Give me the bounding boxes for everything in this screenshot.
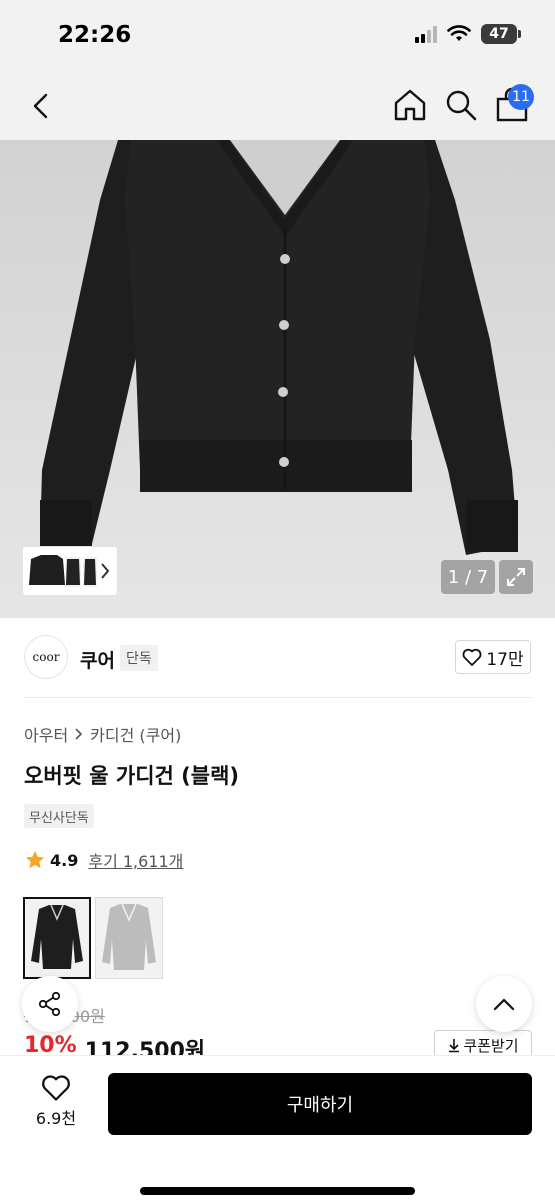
- image-thumbnails[interactable]: [22, 546, 118, 596]
- thumbnail-images: [29, 555, 97, 587]
- sale-price: 112,500원: [84, 1039, 206, 1055]
- cardigan-black-thumbnail: [25, 899, 89, 977]
- star-icon: [25, 850, 45, 869]
- divider: [24, 697, 531, 698]
- heart-icon: [462, 648, 482, 666]
- top-nav: [0, 70, 555, 140]
- chevron-up-icon: [493, 998, 515, 1011]
- scroll-top-button[interactable]: [476, 976, 532, 1032]
- rating-score: 4.9: [50, 850, 79, 870]
- back-icon[interactable]: [26, 90, 58, 122]
- status-bar: 22:26 47: [0, 0, 555, 70]
- cardigan-gray-thumbnail: [96, 898, 162, 978]
- image-counter: 1 / 7: [441, 560, 495, 594]
- chevron-right-icon: [101, 563, 110, 579]
- bottom-action-bar: 6.9천 구매하기: [0, 1055, 555, 1200]
- brand-like-count: 17만: [486, 649, 524, 670]
- coupon-label: 쿠폰받기: [463, 1036, 519, 1055]
- color-option-gray[interactable]: [95, 897, 163, 979]
- chevron-right-icon: [75, 728, 83, 740]
- status-time: 22:26: [58, 22, 132, 48]
- signal-icon: [415, 25, 437, 43]
- brand-logo[interactable]: coor: [24, 635, 68, 679]
- breadcrumb: 아우터 카디건 (쿠어): [24, 722, 181, 746]
- expand-icon: [507, 568, 525, 586]
- share-icon: [38, 991, 61, 1017]
- wishlist-count: 6.9천: [35, 1109, 77, 1128]
- color-option-black[interactable]: [23, 897, 91, 979]
- discount-rate: 10%: [24, 1033, 77, 1055]
- share-button[interactable]: [22, 976, 78, 1032]
- status-icons: 47: [415, 24, 521, 44]
- wishlist-button[interactable]: 6.9천: [20, 1074, 92, 1129]
- brand-exclusive-tag: 단독: [120, 645, 158, 671]
- buy-button[interactable]: 구매하기: [108, 1073, 532, 1135]
- brand-like-button[interactable]: 17만: [455, 640, 531, 674]
- heart-icon: [42, 1075, 70, 1101]
- review-link[interactable]: 후기 1,611개: [88, 848, 183, 872]
- wifi-icon: [447, 25, 471, 41]
- rating-row: 4.9 후기 1,611개: [24, 848, 183, 872]
- search-icon[interactable]: [444, 88, 478, 122]
- breadcrumb-item[interactable]: 카디건 (쿠어): [90, 722, 181, 746]
- breadcrumb-item[interactable]: 아우터: [24, 722, 68, 746]
- exclusive-badge: 무신사단독: [24, 804, 94, 828]
- download-icon: [449, 1039, 460, 1053]
- price-row: 10% 112,500원: [24, 1033, 205, 1055]
- product-title: 오버핏 울 가디건 (블랙): [24, 764, 240, 788]
- home-icon[interactable]: [392, 87, 428, 123]
- expand-button[interactable]: [499, 560, 533, 594]
- battery-icon: 47: [481, 24, 521, 44]
- brand-name[interactable]: 쿠어: [80, 646, 115, 673]
- cart-badge: 11: [508, 84, 534, 110]
- home-indicator: [140, 1187, 415, 1195]
